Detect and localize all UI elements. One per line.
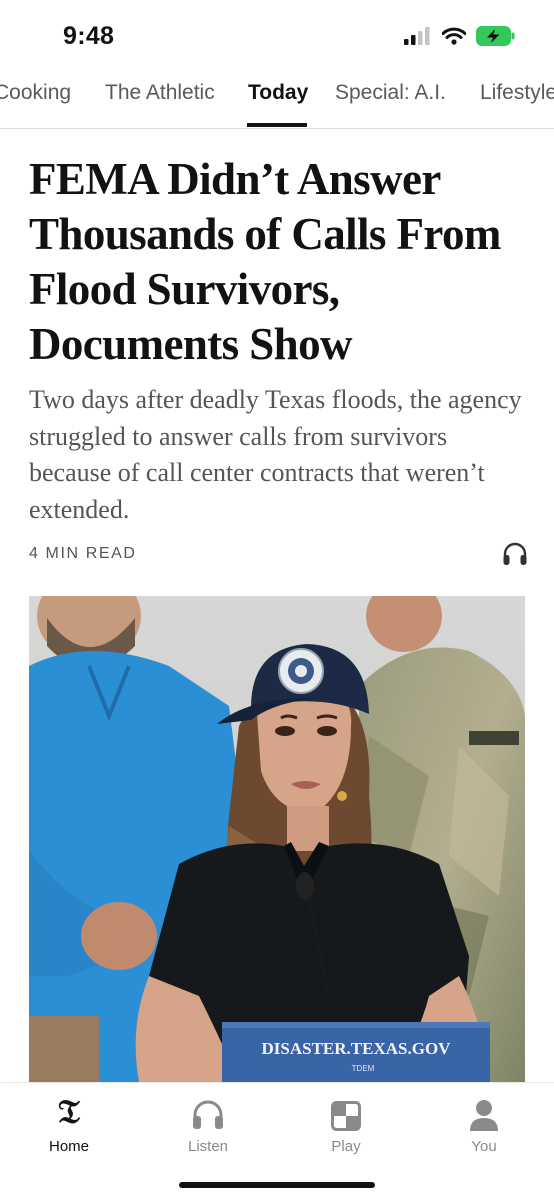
tab-lifestyle[interactable]: Lifestyle: [480, 81, 554, 105]
puzzle-grid-icon: [331, 1101, 361, 1131]
tab-home-label: Home: [48, 1138, 89, 1155]
status-bar: 9:48: [0, 0, 554, 72]
tab-the-athletic[interactable]: The Athletic: [105, 81, 215, 105]
tab-you-label: You: [471, 1138, 497, 1155]
cellular-signal-icon: [404, 27, 430, 45]
home-indicator: [179, 1182, 375, 1188]
tab-listen[interactable]: Listen: [163, 1095, 253, 1155]
tab-today[interactable]: Today: [248, 81, 308, 105]
photo-illustration: DISASTER.TEXAS.GOV TDEM: [29, 596, 525, 1082]
nyt-logo-icon: 𝔗: [58, 1095, 80, 1131]
headphones-icon: [193, 1100, 223, 1129]
article-summary[interactable]: Two days after deadly Texas floods, the …: [29, 382, 529, 528]
headphones-icon[interactable]: [502, 542, 528, 566]
article-headline[interactable]: FEMA Didn’t Answer Thousands of Calls Fr…: [29, 152, 529, 372]
sign-text: DISASTER.TEXAS.GOV: [262, 1039, 452, 1058]
wifi-icon: [442, 27, 466, 45]
article-photo[interactable]: DISASTER.TEXAS.GOV TDEM: [29, 596, 525, 1082]
active-tab-indicator: [247, 123, 307, 127]
battery-charging-icon: [476, 26, 515, 46]
tab-home[interactable]: 𝔗 Home: [24, 1095, 114, 1155]
person-icon: [470, 1100, 498, 1131]
tab-cooking[interactable]: Cooking: [0, 81, 71, 105]
tab-play-label: Play: [331, 1138, 361, 1155]
section-tabs: Cooking The Athletic Today Special: A.I.…: [0, 72, 554, 129]
status-time: 9:48: [63, 22, 115, 50]
tab-listen-label: Listen: [187, 1138, 229, 1155]
bottom-tab-bar: 𝔗 Home Listen Play You: [0, 1082, 554, 1201]
read-time: 4 MIN READ: [29, 545, 137, 562]
tab-you[interactable]: You: [439, 1095, 529, 1155]
tab-play[interactable]: Play: [301, 1095, 391, 1155]
sign-subtext: TDEM: [352, 1064, 375, 1073]
tab-special-ai[interactable]: Special: A.I.: [335, 81, 446, 105]
